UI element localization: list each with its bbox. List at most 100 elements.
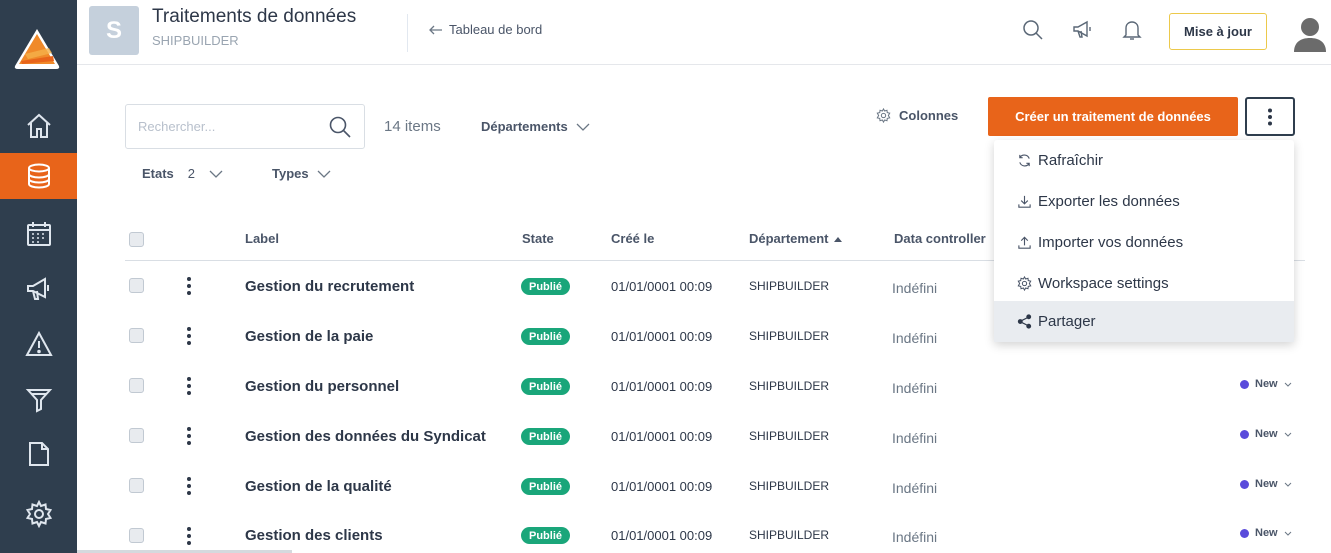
column-header-created[interactable]: Créé le	[611, 231, 654, 246]
document-icon	[28, 442, 49, 466]
table-row[interactable]: Gestion du personnel Publié 01/01/0001 0…	[125, 361, 1305, 411]
row-actions-button[interactable]	[186, 377, 192, 395]
column-header-data-controller[interactable]: Data controller	[894, 231, 986, 246]
column-header-state[interactable]: State	[522, 231, 554, 246]
select-all-checkbox[interactable]	[129, 232, 144, 247]
sidebar-item-documents[interactable]	[0, 431, 77, 477]
app-logo[interactable]	[12, 26, 62, 72]
items-count: 14 items	[384, 118, 441, 135]
row-label[interactable]: Gestion du recrutement	[245, 278, 414, 295]
row-checkbox[interactable]	[129, 328, 144, 343]
state-badge: Publié	[521, 328, 571, 345]
menu-item-import[interactable]: Importer vos données	[994, 222, 1294, 263]
chevron-down-icon	[209, 170, 223, 178]
calendar-icon	[26, 222, 51, 246]
chevron-down-icon	[1284, 531, 1291, 536]
row-label[interactable]: Gestion des clients	[245, 527, 383, 544]
search-placeholder: Rechercher...	[138, 119, 216, 134]
more-options-button[interactable]	[1245, 97, 1295, 136]
row-label[interactable]: Gestion de la paie	[245, 328, 373, 345]
row-status[interactable]: New	[1240, 478, 1292, 490]
user-avatar[interactable]	[1293, 15, 1327, 53]
row-label[interactable]: Gestion du personnel	[245, 378, 399, 395]
status-dot	[1240, 479, 1249, 489]
row-actions-button[interactable]	[186, 327, 192, 345]
column-header-department[interactable]: Département	[749, 231, 843, 246]
megaphone-icon	[1073, 20, 1091, 38]
sidebar-item-settings[interactable]	[0, 491, 77, 537]
status-label: New	[1255, 527, 1278, 539]
row-actions-button[interactable]	[186, 527, 192, 545]
row-checkbox[interactable]	[129, 378, 144, 393]
table-row[interactable]: Gestion des données du Syndicat Publié 0…	[125, 411, 1305, 461]
row-created-date: 01/01/0001 00:09	[611, 479, 713, 494]
warning-icon	[24, 330, 53, 356]
header-announcements-button[interactable]	[1071, 18, 1095, 42]
row-department: SHIPBUILDER	[749, 528, 830, 542]
row-status[interactable]: New	[1240, 428, 1292, 440]
state-badge: Publié	[521, 478, 571, 495]
back-to-dashboard-link[interactable]: Tableau de bord	[429, 22, 542, 37]
row-checkbox[interactable]	[129, 528, 144, 543]
row-actions-button[interactable]	[186, 477, 192, 495]
settings-icon	[25, 500, 52, 528]
chevron-down-icon	[317, 170, 331, 178]
sidebar-item-incidents[interactable]	[0, 321, 77, 367]
row-checkbox[interactable]	[129, 478, 144, 493]
chevron-down-icon	[576, 123, 590, 131]
header-search-button[interactable]	[1021, 18, 1045, 42]
row-department: SHIPBUILDER	[749, 379, 830, 393]
database-icon	[27, 163, 50, 189]
row-actions-button[interactable]	[186, 277, 192, 295]
status-dot	[1240, 528, 1249, 538]
row-department: SHIPBUILDER	[749, 279, 830, 293]
sidebar-item-calendar[interactable]	[0, 211, 77, 257]
columns-button[interactable]: Colonnes	[876, 108, 958, 123]
row-created-date: 01/01/0001 00:09	[611, 528, 713, 543]
row-label[interactable]: Gestion des données du Syndicat	[245, 428, 486, 445]
sidebar-item-campaigns[interactable]	[0, 266, 77, 312]
upload-icon	[1018, 236, 1031, 249]
create-data-processing-button[interactable]: Créer un traitement de données	[988, 97, 1238, 136]
sidebar-item-home[interactable]	[0, 103, 77, 149]
states-filter[interactable]: Etats 2	[142, 166, 223, 181]
row-status[interactable]: New	[1240, 378, 1292, 390]
sidebar-item-filters[interactable]	[0, 376, 77, 422]
workspace-badge[interactable]: S	[89, 6, 139, 55]
table-row[interactable]: Gestion des clients Publié 01/01/0001 00…	[125, 503, 1305, 553]
chevron-down-icon	[1284, 432, 1291, 437]
types-filter[interactable]: Types	[272, 166, 331, 181]
gear-icon	[876, 108, 891, 123]
state-badge: Publié	[521, 378, 571, 395]
row-label[interactable]: Gestion de la qualité	[245, 478, 392, 495]
search-icon[interactable]	[328, 115, 352, 139]
header-divider	[407, 14, 408, 52]
row-data-controller: Indéfini	[892, 430, 938, 446]
row-data-controller: Indéfini	[892, 529, 938, 545]
row-checkbox[interactable]	[129, 278, 144, 293]
menu-item-refresh[interactable]: Rafraîchir	[994, 140, 1294, 181]
row-checkbox[interactable]	[129, 428, 144, 443]
more-vertical-icon	[1268, 108, 1272, 125]
chevron-down-icon	[1284, 482, 1291, 487]
search-input[interactable]: Rechercher...	[125, 104, 365, 149]
row-actions-button[interactable]	[186, 427, 192, 445]
menu-item-export[interactable]: Exporter les données	[994, 181, 1294, 222]
chevron-down-icon	[1284, 382, 1291, 387]
update-button[interactable]: Mise à jour	[1169, 13, 1267, 50]
menu-item-workspace-settings[interactable]: Workspace settings	[994, 263, 1294, 304]
header-notifications-button[interactable]	[1120, 18, 1144, 42]
menu-item-label: Partager	[1038, 313, 1096, 330]
search-icon	[1023, 20, 1043, 40]
column-header-label[interactable]: Label	[245, 231, 279, 246]
departments-filter[interactable]: Départements	[481, 119, 590, 134]
menu-item-share[interactable]: Partager	[994, 301, 1294, 342]
page-subtitle: SHIPBUILDER	[152, 33, 239, 48]
bell-icon	[1122, 21, 1142, 40]
row-status[interactable]: New	[1240, 527, 1292, 539]
sidebar-item-data-processing[interactable]	[0, 153, 77, 199]
sort-ascending-icon	[834, 236, 843, 242]
state-badge: Publié	[521, 278, 571, 295]
row-created-date: 01/01/0001 00:09	[611, 429, 713, 444]
departments-filter-label: Départements	[481, 119, 568, 134]
